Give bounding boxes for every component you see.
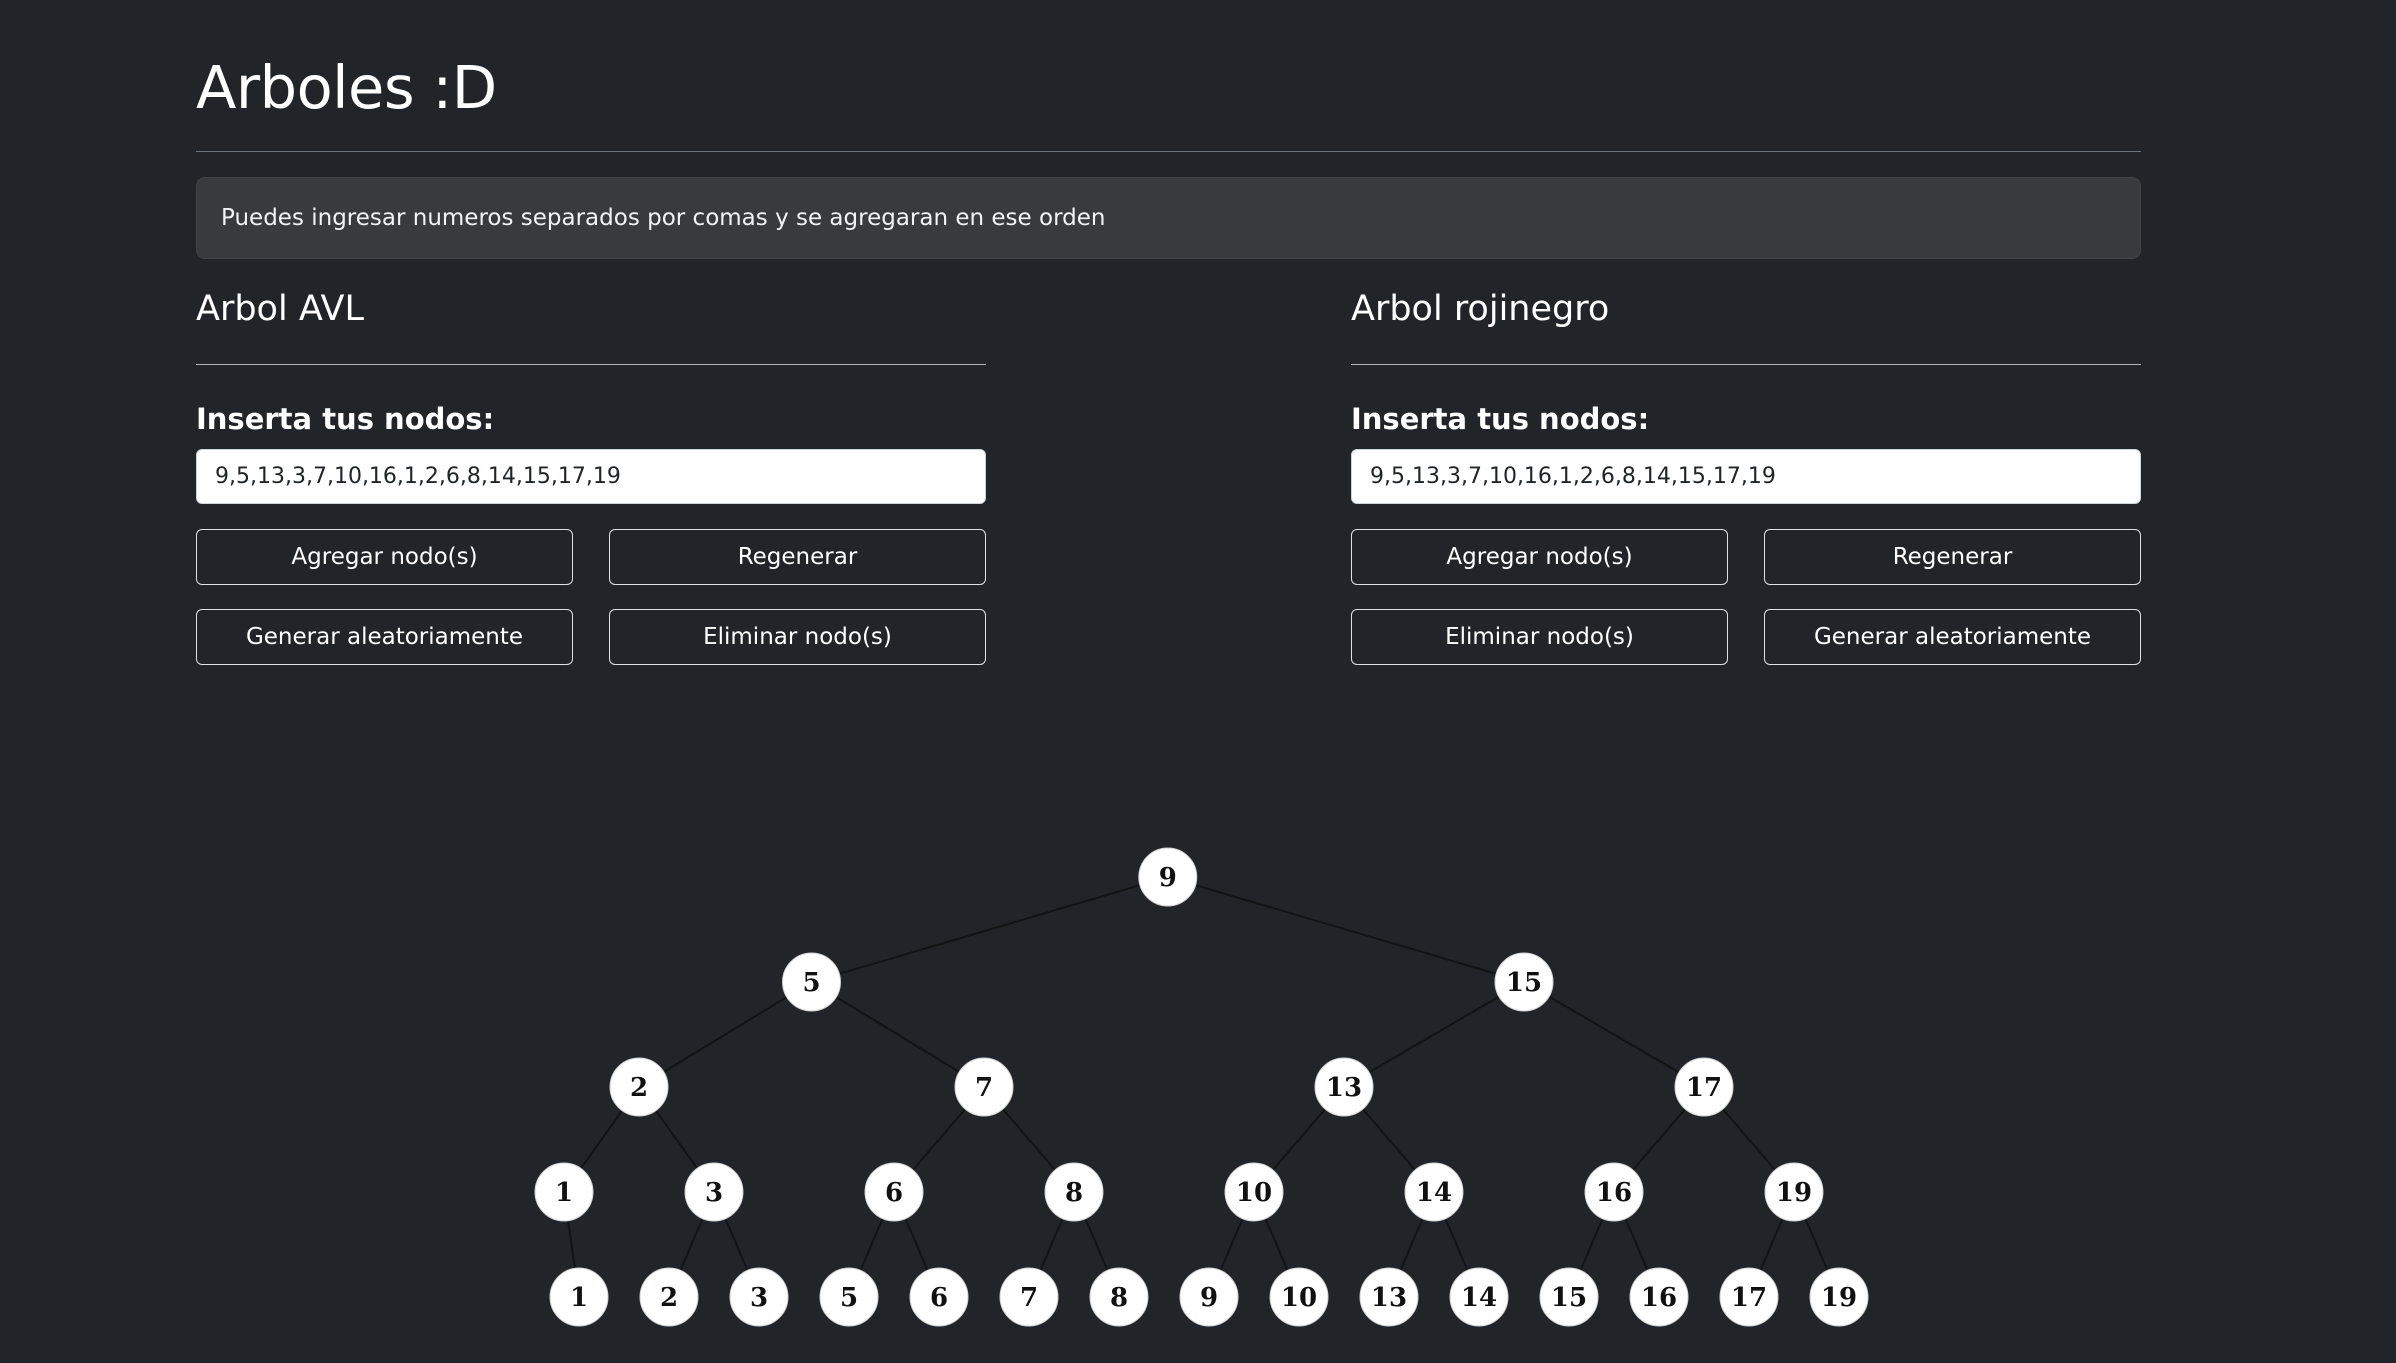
tree-edges xyxy=(563,876,1840,1298)
tree-node-label: 3 xyxy=(750,1283,768,1313)
tree-edge xyxy=(810,981,985,1088)
tree-node: 9 xyxy=(1138,847,1198,907)
tree-node: 15 xyxy=(1539,1267,1599,1327)
tree-node-label: 17 xyxy=(1731,1283,1767,1313)
tree-node-label: 19 xyxy=(1821,1283,1857,1313)
tree-node-label: 14 xyxy=(1416,1178,1452,1208)
tree-node: 15 xyxy=(1494,952,1554,1012)
tree-node: 14 xyxy=(1449,1267,1509,1327)
tree-node-label: 5 xyxy=(802,968,820,998)
tree-edge xyxy=(1343,981,1525,1088)
tree-node-label: 1 xyxy=(555,1178,573,1208)
tree-node: 3 xyxy=(684,1162,744,1222)
tree-node: 17 xyxy=(1674,1057,1734,1117)
tree-node: 9 xyxy=(1179,1267,1239,1327)
tree-node-label: 19 xyxy=(1776,1178,1812,1208)
tree-node: 10 xyxy=(1269,1267,1329,1327)
tree-node: 10 xyxy=(1224,1162,1284,1222)
tree-node: 6 xyxy=(909,1267,969,1327)
tree-node: 19 xyxy=(1764,1162,1824,1222)
tree-nodes: 1 1 2 3 3 2 5 6 6 7 8 8 7 5 9 10 10 13 14 14 13 15 16 16 17 19 19 1… xyxy=(534,847,1869,1327)
tree-node: 8 xyxy=(1044,1162,1104,1222)
tree-node-label: 6 xyxy=(930,1283,948,1313)
tree-node: 5 xyxy=(782,952,841,1012)
tree-node: 7 xyxy=(954,1057,1014,1117)
tree-node-label: 8 xyxy=(1065,1178,1083,1208)
tree-edge xyxy=(811,876,1169,983)
tree-node-label: 3 xyxy=(705,1178,723,1208)
tree-node: 1 xyxy=(549,1267,609,1327)
tree-node-label: 9 xyxy=(1200,1283,1218,1313)
tree-node: 7 xyxy=(999,1267,1059,1327)
tree-node-label: 16 xyxy=(1596,1178,1632,1208)
tree-node: 14 xyxy=(1404,1162,1464,1222)
tree-node: 2 xyxy=(639,1267,699,1327)
tree-node: 16 xyxy=(1584,1162,1644,1222)
tree-node-label: 5 xyxy=(840,1283,858,1313)
tree-node-label: 17 xyxy=(1686,1073,1722,1103)
tree-node: 13 xyxy=(1314,1057,1374,1117)
tree-node-label: 15 xyxy=(1551,1283,1587,1313)
tree-node-label: 6 xyxy=(885,1178,903,1208)
tree-node-label: 13 xyxy=(1371,1283,1407,1313)
tree-node: 2 xyxy=(609,1057,669,1117)
tree-node: 6 xyxy=(864,1162,924,1222)
tree-node: 16 xyxy=(1629,1267,1689,1327)
tree-node: 13 xyxy=(1359,1267,1419,1327)
tree-node-label: 1 xyxy=(570,1283,588,1313)
tree-edge xyxy=(638,981,813,1088)
tree-node: 1 xyxy=(534,1162,594,1222)
tree-node-label: 16 xyxy=(1641,1283,1677,1313)
tree-node-label: 8 xyxy=(1110,1283,1128,1313)
tree-node-label: 10 xyxy=(1281,1283,1317,1313)
tree-diagram: 1 1 2 3 3 2 5 6 6 7 8 8 7 5 9 10 10 13 14 14 13 15 16 16 17 19 19 1… xyxy=(534,847,1869,1327)
tree-node-label: 10 xyxy=(1236,1178,1272,1208)
tree-node-label: 9 xyxy=(1159,863,1177,893)
tree-node: 17 xyxy=(1719,1267,1779,1327)
tree-node-label: 13 xyxy=(1326,1073,1362,1103)
tree-node-label: 7 xyxy=(1020,1283,1038,1313)
tree-edge xyxy=(1167,876,1525,983)
tree-node: 19 xyxy=(1809,1267,1869,1327)
tree-node-label: 15 xyxy=(1506,968,1542,998)
page: Arboles :D Puedes ingresar numeros separ… xyxy=(0,0,2396,1363)
tree-node: 3 xyxy=(729,1267,789,1327)
tree-node-label: 7 xyxy=(975,1073,993,1103)
tree-node-label: 2 xyxy=(630,1073,648,1103)
tree-node: 8 xyxy=(1089,1267,1149,1327)
tree-node-label: 14 xyxy=(1461,1283,1497,1313)
tree-edge xyxy=(1523,981,1705,1088)
tree-node-label: 2 xyxy=(660,1283,678,1313)
tree-node: 5 xyxy=(819,1267,879,1327)
